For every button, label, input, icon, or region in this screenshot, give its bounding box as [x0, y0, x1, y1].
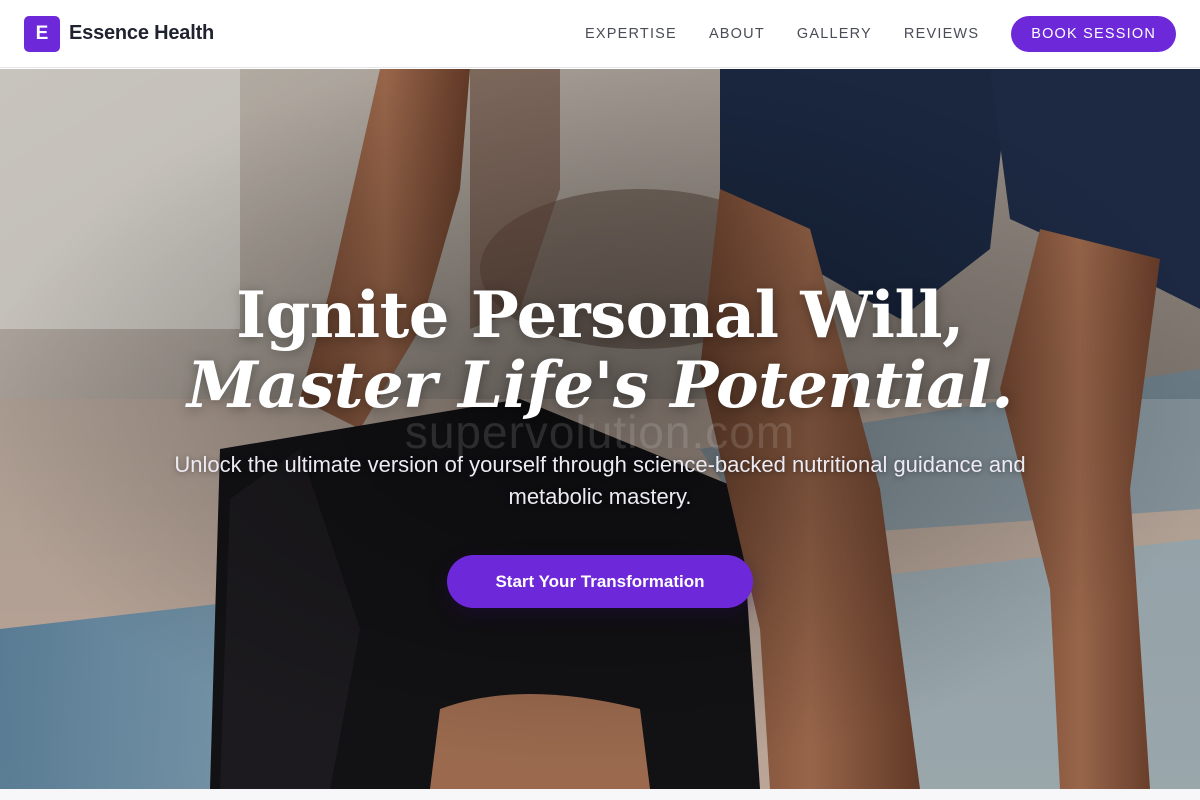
- headline-line-1: Ignite Personal Will,: [236, 278, 964, 353]
- book-session-button[interactable]: BOOK SESSION: [1011, 15, 1176, 52]
- next-section-edge: [0, 789, 1200, 800]
- hero-subtitle: Unlock the ultimate version of yourself …: [174, 452, 1026, 509]
- hero-section: supervolution.com Ignite Personal Will, …: [0, 69, 1200, 789]
- nav-link-gallery[interactable]: GALLERY: [797, 26, 872, 42]
- headline-line-2: Master Life's Potential.: [187, 348, 1013, 423]
- start-transformation-button[interactable]: Start Your Transformation: [447, 555, 753, 608]
- brand-name: Essence Health: [69, 22, 215, 44]
- hero-content: Ignite Personal Will, Master Life's Pote…: [0, 69, 1200, 789]
- site-header: E Essence Health EXPERTISE ABOUT GALLERY…: [0, 0, 1200, 68]
- main-nav: EXPERTISE ABOUT GALLERY REVIEWS BOOK SES…: [585, 15, 1176, 52]
- brand-logo[interactable]: E Essence Health: [24, 15, 215, 52]
- nav-link-expertise[interactable]: EXPERTISE: [585, 26, 677, 42]
- nav-link-reviews[interactable]: REVIEWS: [904, 26, 979, 42]
- nav-link-about[interactable]: ABOUT: [709, 26, 765, 42]
- logo-mark: E: [24, 15, 60, 52]
- hero-headline: Ignite Personal Will, Master Life's Pote…: [187, 281, 1013, 421]
